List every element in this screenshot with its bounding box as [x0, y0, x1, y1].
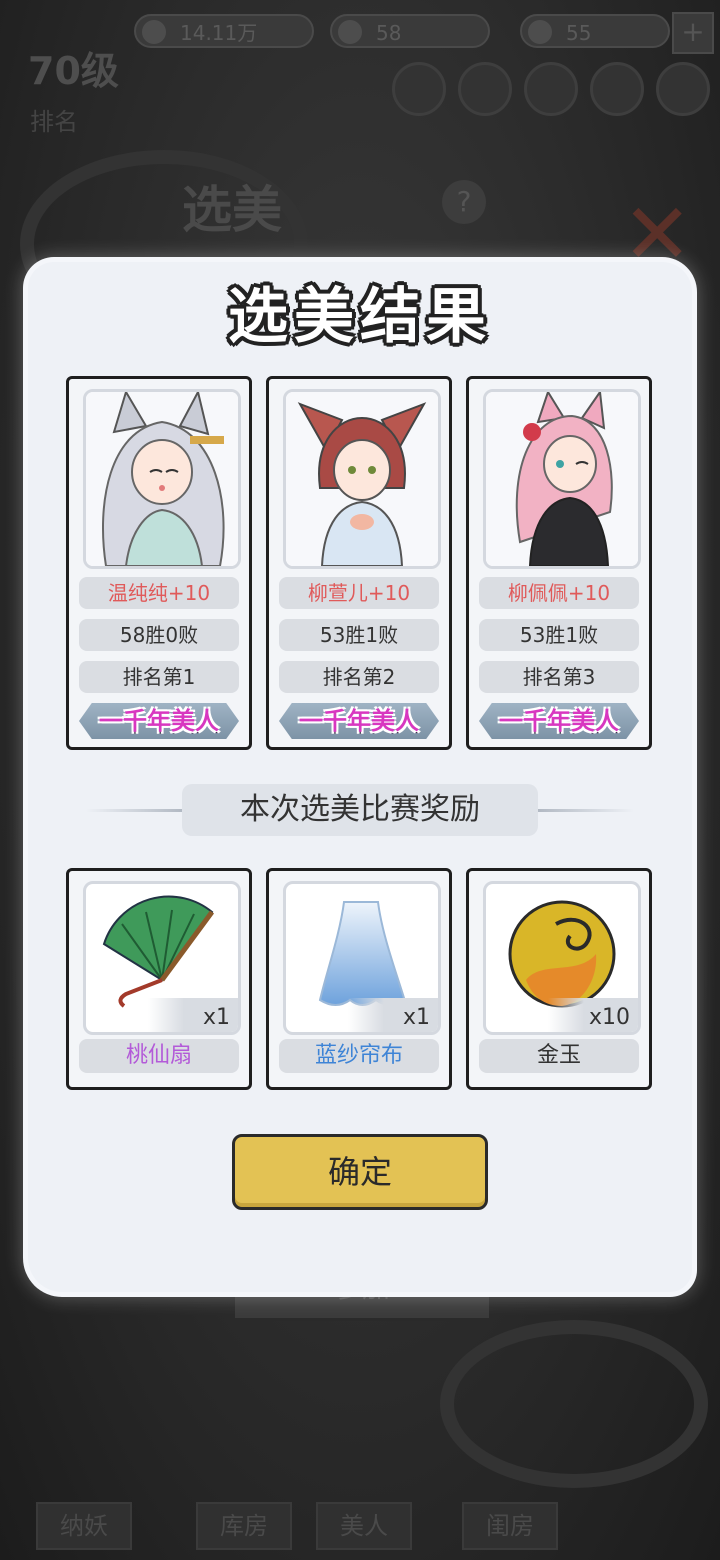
reward-header-label: 本次选美比赛奖励	[182, 784, 538, 836]
dialog-title: 选美结果	[228, 282, 492, 352]
beauty-title-badge: 一千年美人	[79, 703, 239, 739]
reward-header: 本次选美比赛奖励	[86, 780, 634, 840]
contestant-name: 柳萱儿+10	[279, 577, 439, 609]
contestant-card: 温纯纯+10 58胜0败 排名第1 一千年美人	[66, 376, 252, 750]
bottom-nav: 纳妖 库房 美人 闺房	[0, 1400, 720, 1560]
gold-jade-icon: x10	[483, 881, 641, 1035]
reward-card[interactable]: x10 金玉	[466, 868, 652, 1090]
nav-item[interactable]: 美人	[316, 1502, 412, 1550]
blue-cloth-icon: x1	[283, 881, 441, 1035]
contestant-record: 53胜1败	[479, 619, 639, 651]
contestant-rank: 排名第1	[79, 661, 239, 693]
rank-label: 排名	[30, 108, 78, 136]
coin-icon	[142, 20, 166, 44]
nav-item[interactable]: 纳妖	[36, 1502, 132, 1550]
beauty-title-badge: 一千年美人	[279, 703, 439, 739]
reward-card[interactable]: x1 蓝纱帘布	[266, 868, 452, 1090]
reward-name: 桃仙扇	[79, 1039, 239, 1073]
gem-resource: 58	[330, 14, 490, 48]
nav-item[interactable]: 闺房	[462, 1502, 558, 1550]
reward-card[interactable]: x1 桃仙扇	[66, 868, 252, 1090]
reward-name: 蓝纱帘布	[279, 1039, 439, 1073]
beauty-title-badge: 一千年美人	[479, 703, 639, 739]
contestant-rank: 排名第3	[479, 661, 639, 693]
menu-icon-5[interactable]	[656, 62, 710, 116]
menu-icon-2[interactable]	[458, 62, 512, 116]
reward-count: x10	[588, 1005, 630, 1030]
reward-name: 金玉	[479, 1039, 639, 1073]
energy-resource: 55	[520, 14, 670, 48]
menu-icon-4[interactable]	[590, 62, 644, 116]
contestant-name: 温纯纯+10	[79, 577, 239, 609]
reward-count: x1	[202, 1005, 230, 1030]
nav-item[interactable]: 库房	[196, 1502, 292, 1550]
portrait-fox-girl-red	[283, 389, 441, 569]
coin-resource: 14.11万	[134, 14, 314, 48]
add-resource-button[interactable]: +	[672, 12, 714, 54]
menu-icon-3[interactable]	[524, 62, 578, 116]
fan-icon: x1	[83, 881, 241, 1035]
contestant-card: 柳萱儿+10 53胜1败 排名第2 一千年美人	[266, 376, 452, 750]
top-bar: 14.11万 58 55 + 70级	[0, 0, 720, 120]
page-title: 选美	[182, 180, 282, 239]
contestant-record: 53胜1败	[279, 619, 439, 651]
portrait-fox-girl-silver	[83, 389, 241, 569]
contestant-name: 柳佩佩+10	[479, 577, 639, 609]
energy-icon	[528, 20, 552, 44]
player-level: 70级	[28, 49, 119, 93]
menu-icon-1[interactable]	[392, 62, 446, 116]
help-icon[interactable]: ?	[442, 180, 486, 224]
gem-icon	[338, 20, 362, 44]
contestant-rank: 排名第2	[279, 661, 439, 693]
contestant-record: 58胜0败	[79, 619, 239, 651]
reward-count: x1	[402, 1005, 430, 1030]
contestant-card: 柳佩佩+10 53胜1败 排名第3 一千年美人	[466, 376, 652, 750]
portrait-cat-girl-pink	[483, 389, 641, 569]
confirm-button[interactable]: 确定	[232, 1134, 488, 1210]
